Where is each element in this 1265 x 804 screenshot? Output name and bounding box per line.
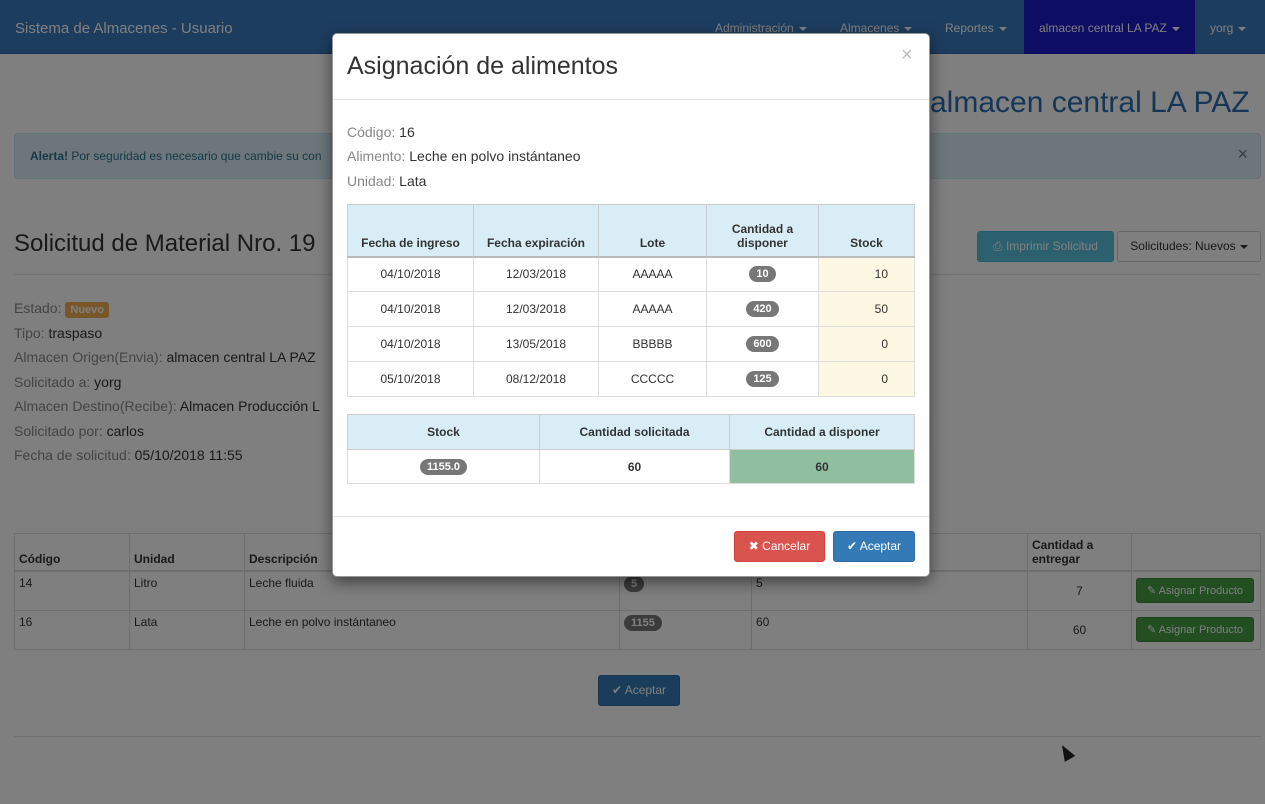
lots-header-row: Fecha de ingreso Fecha expiración Lote C… [347,204,915,258]
accept-label: Aceptar [859,539,902,553]
lot-code: BBBBB [598,326,707,362]
modal-unidad: Unidad: Lata [347,173,426,189]
col-fecha-expiracion: Fecha expiración [473,204,599,258]
lot-ingreso: 04/10/2018 [347,291,474,327]
stock-total-badge: 1155.0 [419,458,468,475]
modal-alimento-label: Alimento: [347,148,406,164]
modal-alimento: Alimento: Leche en polvo instántaneo [347,148,581,164]
lot-code: AAAAA [598,256,707,292]
summary-header-row: Stock Cantidad solicitada Cantidad a dis… [347,414,915,450]
lot-stock-input[interactable]: 10 [818,256,915,292]
lot-expiracion: 12/03/2018 [473,291,599,327]
lot-row: 04/10/2018 12/03/2018 AAAAA 420 50 [347,291,915,327]
lot-ingreso: 04/10/2018 [347,256,474,292]
cantidad-badge: 420 [746,301,779,317]
lot-code: AAAAA [598,291,707,327]
col-stock: Stock [818,204,915,258]
modal-unidad-value: Lata [399,173,427,189]
accept-button[interactable]: ✔ Aceptar [833,531,915,562]
col-sum-disponer: Cantidad a disponer [729,414,915,450]
col-sum-stock: Stock [347,414,540,450]
assignment-modal: Asignación de alimentos × Código: 16 Ali… [332,33,930,577]
col-fecha-ingreso: Fecha de ingreso [347,204,474,258]
modal-unidad-label: Unidad: [347,173,396,189]
lot-expiracion: 08/12/2018 [473,361,599,397]
sum-disponer: 60 [729,449,915,484]
col-lote: Lote [598,204,707,258]
modal-alimento-value: Leche en polvo instántaneo [409,148,581,164]
modal-footer-divider [333,516,929,517]
lot-ingreso: 05/10/2018 [347,361,474,397]
modal-title: Asignación de alimentos [347,52,618,80]
lot-row: 05/10/2018 08/12/2018 CCCCC 125 0 [347,361,915,397]
lot-cantidad: 125 [706,361,819,397]
lot-row: 04/10/2018 13/05/2018 BBBBB 600 0 [347,326,915,362]
summary-table: Stock Cantidad solicitada Cantidad a dis… [347,414,915,484]
lot-stock-input[interactable]: 50 [818,291,915,327]
cancel-button[interactable]: ✖ Cancelar [734,531,825,562]
lot-expiracion: 13/05/2018 [473,326,599,362]
col-sum-solicitada: Cantidad solicitada [539,414,730,450]
modal-codigo: Código: 16 [347,124,415,140]
sum-stock: 1155.0 [347,449,540,484]
summary-row: 1155.0 60 60 [347,449,915,484]
col-cantidad-disponer: Cantidad a disponer [706,204,819,258]
sum-solicitada: 60 [539,449,730,484]
lot-expiracion: 12/03/2018 [473,256,599,292]
modal-codigo-label: Código: [347,124,396,140]
cancel-label: Cancelar [762,539,811,553]
lot-stock-input[interactable]: 0 [818,326,915,362]
close-icon: ✖ [748,539,763,553]
check-icon: ✔ [846,539,860,553]
lot-ingreso: 04/10/2018 [347,326,474,362]
lot-cantidad: 420 [706,291,819,327]
lot-code: CCCCC [598,361,707,397]
lot-cantidad: 600 [706,326,819,362]
modal-header-divider [333,99,929,100]
lot-row: 04/10/2018 12/03/2018 AAAAA 10 10 [347,256,915,292]
close-icon[interactable]: × [901,44,913,67]
lot-stock-input[interactable]: 0 [818,361,915,397]
cantidad-badge: 10 [749,266,776,283]
lot-cantidad: 10 [706,256,819,292]
lots-table: Fecha de ingreso Fecha expiración Lote C… [347,204,915,397]
cantidad-badge: 600 [746,336,779,352]
cantidad-badge: 125 [746,371,779,387]
modal-codigo-value: 16 [399,124,415,140]
